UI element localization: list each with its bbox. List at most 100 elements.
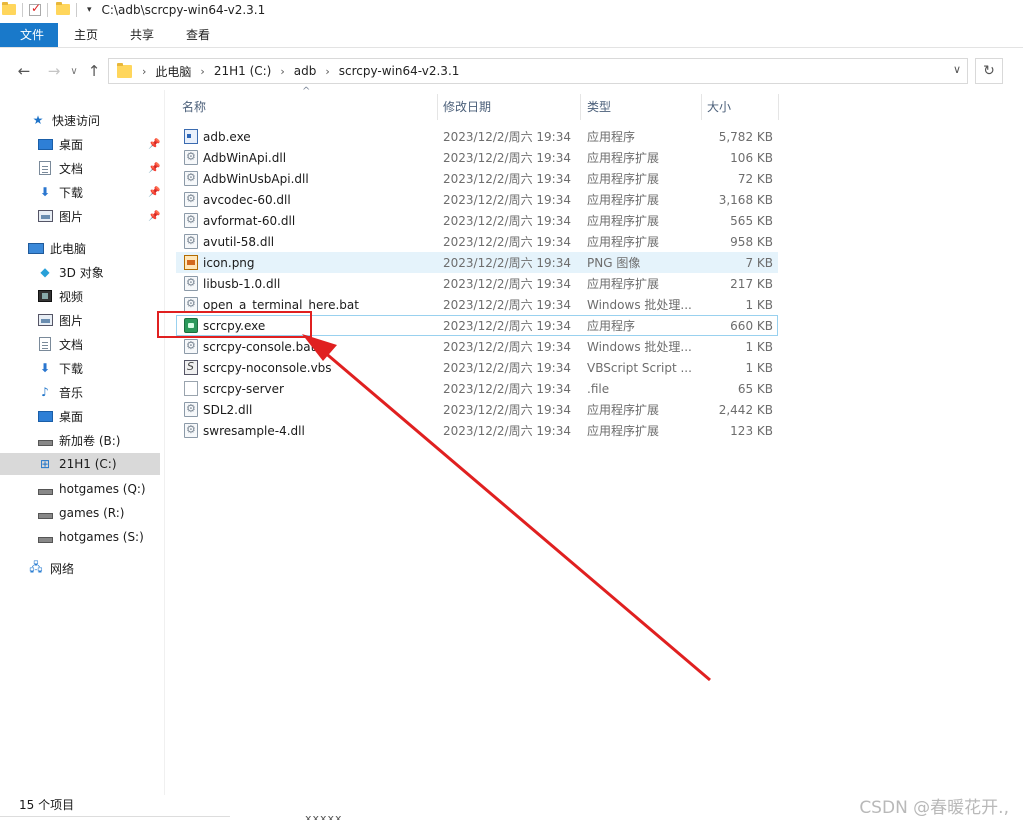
tab-home[interactable]: 主页 bbox=[58, 23, 114, 47]
music-icon: ♪ bbox=[41, 385, 49, 399]
file-name: scrcpy-server bbox=[203, 381, 284, 396]
sidebar-item-drive-b[interactable]: 新加卷 (B:) bbox=[0, 429, 160, 451]
file-size: 72 KB bbox=[737, 171, 773, 186]
sidebar-item-videos[interactable]: 视频 bbox=[0, 285, 160, 307]
file-date: 2023/12/2/周六 19:34 bbox=[443, 256, 571, 270]
pin-icon[interactable]: 📌 bbox=[148, 211, 160, 222]
recent-locations-button[interactable]: ∨ bbox=[66, 59, 82, 83]
sidebar-item-music[interactable]: ♪ 音乐 bbox=[0, 381, 160, 403]
sidebar-network[interactable]: 🖧 网络 bbox=[0, 557, 160, 579]
sidebar-quick-access[interactable]: ★ 快速访问 bbox=[0, 109, 160, 131]
sidebar-item-3d-objects[interactable]: ◆ 3D 对象 bbox=[0, 261, 160, 283]
file-date: 2023/12/2/周六 19:34 bbox=[443, 424, 571, 438]
file-row[interactable]: AdbWinUsbApi.dll 2023/12/2/周六 19:34 应用程序… bbox=[176, 168, 778, 189]
sidebar-item-desktop[interactable]: 桌面 📌 bbox=[0, 133, 160, 155]
file-name: avutil-58.dll bbox=[203, 234, 275, 249]
address-bar[interactable]: › 此电脑 › 21H1 (C:) › adb › scrcpy-win64-v… bbox=[108, 58, 968, 84]
file-row[interactable]: libusb-1.0.dll 2023/12/2/周六 19:34 应用程序扩展… bbox=[176, 273, 778, 294]
watermark: CSDN @春暖花开., bbox=[859, 798, 1009, 818]
sidebar-item-desktop-pc[interactable]: 桌面 bbox=[0, 405, 160, 427]
file-row[interactable]: SDL2.dll 2023/12/2/周六 19:34 应用程序扩展 2,442… bbox=[176, 399, 778, 420]
navigation-pane: ★ 快速访问 桌面 📌 文档 📌 ⬇ 下载 📌 图片 📌 此电脑 ◆ 3D 对象… bbox=[0, 100, 162, 790]
breadcrumb-separator[interactable]: › bbox=[200, 65, 204, 78]
file-size: 7 KB bbox=[745, 255, 773, 270]
breadcrumb-separator[interactable]: › bbox=[280, 65, 284, 78]
sidebar-item-label: hotgames (S:) bbox=[59, 530, 144, 544]
batch-file-icon bbox=[184, 297, 198, 312]
file-row[interactable]: avcodec-60.dll 2023/12/2/周六 19:34 应用程序扩展… bbox=[176, 189, 778, 210]
file-row[interactable]: icon.png 2023/12/2/周六 19:34 PNG 图像 7 KB bbox=[176, 252, 778, 273]
sidebar-item-drive-c[interactable]: ⊞ 21H1 (C:) bbox=[0, 453, 160, 475]
tab-share[interactable]: 共享 bbox=[114, 23, 170, 47]
file-row[interactable]: AdbWinApi.dll 2023/12/2/周六 19:34 应用程序扩展 … bbox=[176, 147, 778, 168]
sidebar-item-pictures-pc[interactable]: 图片 bbox=[0, 309, 160, 331]
image-file-icon bbox=[184, 255, 198, 270]
dll-file-icon bbox=[184, 276, 198, 291]
picture-icon bbox=[37, 209, 53, 223]
file-size: 1 KB bbox=[745, 297, 773, 312]
drive-icon bbox=[37, 530, 53, 544]
up-button[interactable]: ↑ bbox=[82, 59, 106, 83]
window-title: C:\adb\scrcpy-win64-v2.3.1 bbox=[101, 3, 266, 17]
sidebar-item-label: 下载 bbox=[59, 185, 84, 200]
sidebar-item-downloads-pc[interactable]: ⬇ 下载 bbox=[0, 357, 160, 379]
column-header-type[interactable]: 类型 bbox=[587, 94, 611, 118]
properties-check-icon[interactable] bbox=[29, 1, 41, 16]
bottom-divider bbox=[0, 816, 230, 817]
file-row[interactable]: swresample-4.dll 2023/12/2/周六 19:34 应用程序… bbox=[176, 420, 778, 441]
sidebar-item-drive-s[interactable]: hotgames (S:) bbox=[0, 526, 160, 548]
column-divider[interactable] bbox=[701, 94, 702, 120]
file-size: 1 KB bbox=[745, 339, 773, 354]
forward-button[interactable]: → bbox=[42, 59, 66, 83]
file-row[interactable]: adb.exe 2023/12/2/周六 19:34 应用程序 5,782 KB bbox=[176, 126, 778, 147]
breadcrumb-adb[interactable]: adb bbox=[294, 64, 317, 78]
file-type: 应用程序 bbox=[587, 319, 636, 333]
dll-file-icon bbox=[184, 234, 198, 249]
file-date: 2023/12/2/周六 19:34 bbox=[443, 382, 571, 396]
file-row[interactable]: scrcpy-console.bat 2023/12/2/周六 19:34 Wi… bbox=[176, 336, 778, 357]
back-button[interactable]: ← bbox=[12, 59, 36, 83]
address-dropdown-button[interactable]: ∨ bbox=[953, 63, 961, 76]
pin-icon[interactable]: 📌 bbox=[148, 139, 160, 150]
file-row[interactable]: scrcpy-noconsole.vbs 2023/12/2/周六 19:34 … bbox=[176, 357, 778, 378]
folder-icon bbox=[117, 62, 132, 78]
pane-divider[interactable] bbox=[164, 90, 165, 795]
sidebar-item-documents-pc[interactable]: 文档 bbox=[0, 333, 160, 355]
drive-icon bbox=[37, 482, 53, 496]
tab-view[interactable]: 查看 bbox=[170, 23, 226, 47]
sidebar-item-drive-r[interactable]: games (R:) bbox=[0, 502, 160, 524]
tab-file[interactable]: 文件 bbox=[0, 22, 59, 47]
breadcrumb-separator[interactable]: › bbox=[325, 65, 329, 78]
new-folder-icon[interactable] bbox=[56, 2, 70, 16]
column-header-modified[interactable]: 修改日期 bbox=[443, 94, 491, 118]
drive-icon bbox=[37, 433, 53, 447]
column-divider[interactable] bbox=[437, 94, 438, 120]
column-divider[interactable] bbox=[580, 94, 581, 120]
sidebar-item-documents[interactable]: 文档 📌 bbox=[0, 157, 160, 179]
column-header-size[interactable]: 大小 bbox=[707, 94, 731, 118]
breadcrumb-drive[interactable]: 21H1 (C:) bbox=[214, 64, 272, 78]
breadcrumb-current-folder[interactable]: scrcpy-win64-v2.3.1 bbox=[339, 64, 460, 78]
file-row[interactable]: avutil-58.dll 2023/12/2/周六 19:34 应用程序扩展 … bbox=[176, 231, 778, 252]
refresh-button[interactable]: ↻ bbox=[975, 58, 1003, 84]
sidebar-item-downloads[interactable]: ⬇ 下载 📌 bbox=[0, 181, 160, 203]
dll-file-icon bbox=[184, 402, 198, 417]
sidebar-item-pictures[interactable]: 图片 📌 bbox=[0, 205, 160, 227]
file-row[interactable]: avformat-60.dll 2023/12/2/周六 19:34 应用程序扩… bbox=[176, 210, 778, 231]
file-row[interactable]: scrcpy-server 2023/12/2/周六 19:34 .file 6… bbox=[176, 378, 778, 399]
application-icon bbox=[184, 129, 198, 144]
column-divider[interactable] bbox=[778, 94, 779, 120]
quick-access-toolbar-dropdown[interactable]: ▾ bbox=[87, 5, 92, 15]
pin-icon[interactable]: 📌 bbox=[148, 187, 160, 198]
sidebar-item-label: 3D 对象 bbox=[59, 265, 104, 280]
pin-icon[interactable]: 📌 bbox=[148, 163, 160, 174]
file-size: 660 KB bbox=[730, 318, 773, 333]
sidebar-this-pc[interactable]: 此电脑 bbox=[0, 237, 160, 259]
file-name: open_a_terminal_here.bat bbox=[203, 297, 359, 312]
sidebar-item-label: games (R:) bbox=[59, 506, 125, 520]
file-name: AdbWinUsbApi.dll bbox=[203, 171, 309, 186]
breadcrumb-this-pc[interactable]: 此电脑 bbox=[155, 63, 191, 80]
sidebar-item-drive-q[interactable]: hotgames (Q:) bbox=[0, 478, 160, 500]
column-header-name[interactable]: 名称 bbox=[182, 94, 206, 118]
video-icon bbox=[37, 289, 53, 303]
